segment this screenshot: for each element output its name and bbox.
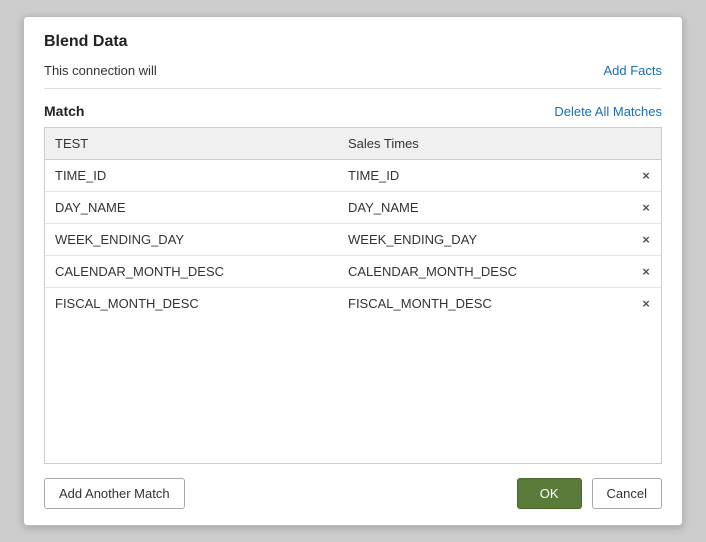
table-cell-delete: × — [631, 256, 661, 288]
blend-data-dialog: Blend Data This connection will Add Fact… — [23, 16, 683, 526]
col-header-actions — [631, 128, 661, 160]
match-table-scroll[interactable]: TEST Sales Times TIME_IDTIME_ID×DAY_NAME… — [45, 128, 661, 463]
match-table: TEST Sales Times TIME_IDTIME_ID×DAY_NAME… — [45, 128, 661, 319]
table-cell-col2: WEEK_ENDING_DAY — [338, 224, 631, 256]
delete-row-button[interactable]: × — [642, 168, 650, 183]
connection-label: This connection will — [44, 63, 157, 78]
table-cell-delete: × — [631, 192, 661, 224]
delete-row-button[interactable]: × — [642, 200, 650, 215]
table-cell-col1: WEEK_ENDING_DAY — [45, 224, 338, 256]
table-header-row: TEST Sales Times — [45, 128, 661, 160]
ok-button[interactable]: OK — [517, 478, 582, 509]
table-row: CALENDAR_MONTH_DESCCALENDAR_MONTH_DESC × — [45, 256, 661, 288]
match-table-wrapper: TEST Sales Times TIME_IDTIME_ID×DAY_NAME… — [44, 127, 662, 464]
add-facts-link[interactable]: Add Facts — [603, 63, 662, 78]
delete-row-button[interactable]: × — [642, 232, 650, 247]
table-cell-col1: CALENDAR_MONTH_DESC — [45, 256, 338, 288]
add-another-match-button[interactable]: Add Another Match — [44, 478, 185, 509]
delete-row-button[interactable]: × — [642, 296, 650, 311]
match-header-row: Match Delete All Matches — [44, 103, 662, 119]
table-row: FISCAL_MONTH_DESCFISCAL_MONTH_DESC × — [45, 288, 661, 320]
delete-row-button[interactable]: × — [642, 264, 650, 279]
table-cell-delete: × — [631, 224, 661, 256]
dialog-title: Blend Data — [44, 33, 662, 51]
table-row: DAY_NAMEDAY_NAME × — [45, 192, 661, 224]
table-cell-col1: TIME_ID — [45, 160, 338, 192]
col-header-test: TEST — [45, 128, 338, 160]
footer-right-buttons: OK Cancel — [517, 478, 662, 509]
table-row: WEEK_ENDING_DAYWEEK_ENDING_DAY × — [45, 224, 661, 256]
table-cell-col1: DAY_NAME — [45, 192, 338, 224]
table-cell-col2: DAY_NAME — [338, 192, 631, 224]
table-cell-col2: TIME_ID — [338, 160, 631, 192]
match-label: Match — [44, 103, 84, 119]
table-cell-col2: CALENDAR_MONTH_DESC — [338, 256, 631, 288]
table-row: TIME_IDTIME_ID × — [45, 160, 661, 192]
connection-row: This connection will Add Facts — [44, 63, 662, 89]
col-header-sales-times: Sales Times — [338, 128, 631, 160]
dialog-footer: Add Another Match OK Cancel — [44, 478, 662, 509]
table-cell-delete: × — [631, 160, 661, 192]
table-cell-col2: FISCAL_MONTH_DESC — [338, 288, 631, 320]
table-cell-col1: FISCAL_MONTH_DESC — [45, 288, 338, 320]
cancel-button[interactable]: Cancel — [592, 478, 662, 509]
delete-all-matches-link[interactable]: Delete All Matches — [554, 104, 662, 119]
table-cell-delete: × — [631, 288, 661, 320]
